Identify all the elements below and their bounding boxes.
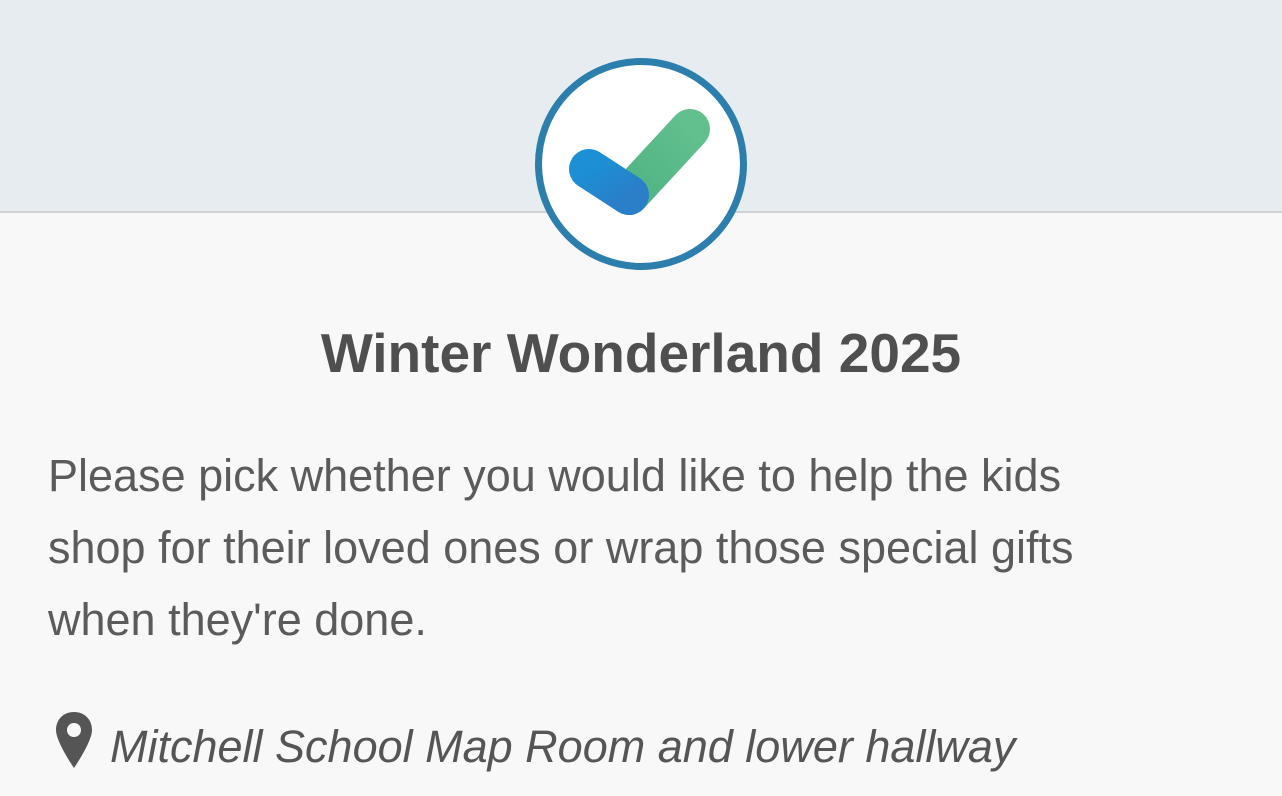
location-label: Mitchell School Map Room and lower hallw… <box>110 721 1016 772</box>
event-title: Winter Wonderland 2025 <box>320 322 962 384</box>
checkmark-logo-icon <box>535 58 747 270</box>
event-location[interactable]: Mitchell School Map Room and lower hallw… <box>48 708 1248 788</box>
event-description: Please pick whether you would like to he… <box>48 450 1074 645</box>
map-pin-icon <box>56 712 92 768</box>
